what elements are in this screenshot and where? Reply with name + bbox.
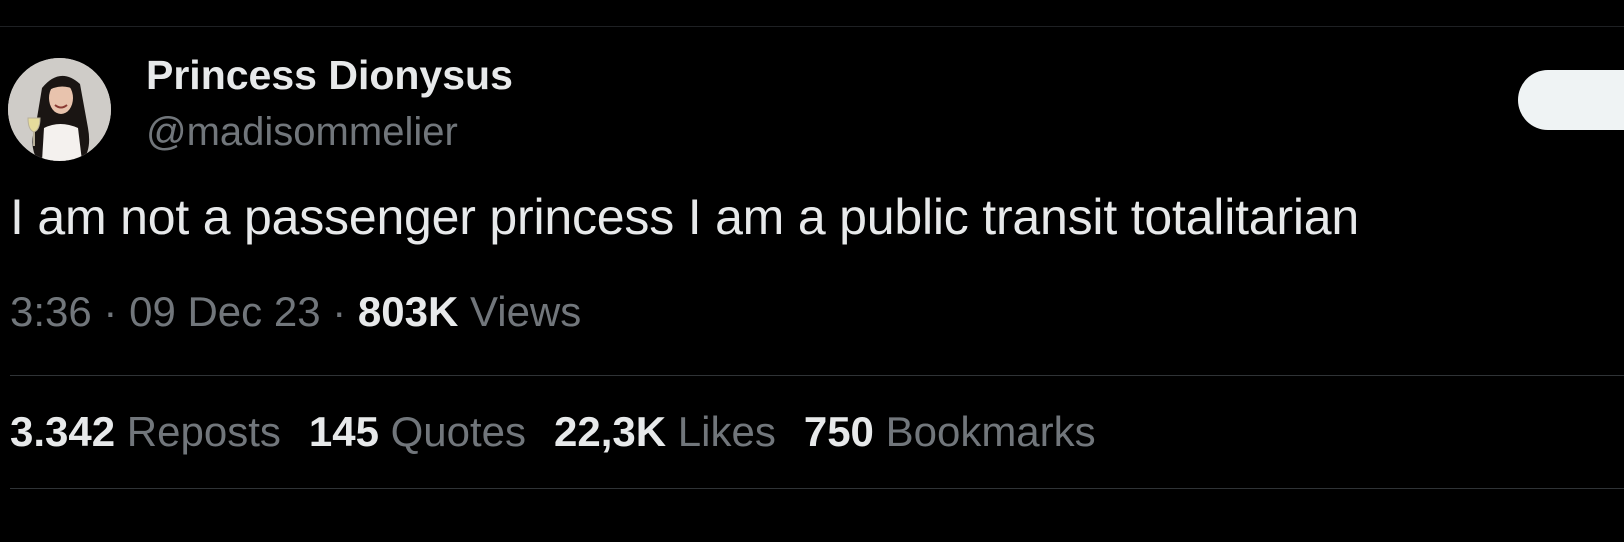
stats-bottom-divider: [10, 488, 1624, 489]
author-handle[interactable]: @madisommelier: [146, 110, 458, 155]
avatar[interactable]: [8, 58, 111, 161]
views-label: Views: [469, 288, 582, 335]
engagement-stats: 3.342 Reposts 145 Quotes 22,3K Likes 750 Bo…: [10, 408, 1124, 456]
quotes-label: Quotes: [390, 408, 527, 455]
tweet-meta: 3:36 · 09 Dec 23 · 803K Views: [10, 288, 581, 336]
follow-button[interactable]: [1518, 70, 1624, 130]
avatar-image: [8, 58, 111, 161]
bookmarks-count: 750: [803, 408, 874, 455]
quotes-count: 145: [308, 408, 379, 455]
tweet-date[interactable]: 09 Dec 23: [129, 288, 320, 335]
likes-label: Likes: [677, 408, 776, 455]
likes-stat[interactable]: 22,3K Likes: [554, 408, 776, 455]
reposts-count: 3.342: [10, 408, 116, 455]
tweet-time[interactable]: 3:36: [10, 288, 92, 335]
bookmarks-label: Bookmarks: [885, 408, 1096, 455]
reposts-stat[interactable]: 3.342 Reposts: [10, 408, 281, 455]
stats-top-divider: [10, 375, 1624, 376]
meta-separator: ·: [103, 288, 118, 335]
likes-count: 22,3K: [554, 408, 667, 455]
top-divider: [0, 26, 1624, 27]
bookmarks-stat[interactable]: 750 Bookmarks: [804, 408, 1096, 455]
meta-separator: ·: [332, 288, 347, 335]
tweet-text: I am not a passenger princess I am a pub…: [10, 189, 1359, 245]
reposts-label: Reposts: [126, 408, 281, 455]
quotes-stat[interactable]: 145 Quotes: [309, 408, 526, 455]
views-count: 803K: [357, 288, 459, 335]
author-display-name[interactable]: Princess Dionysus: [146, 52, 513, 99]
